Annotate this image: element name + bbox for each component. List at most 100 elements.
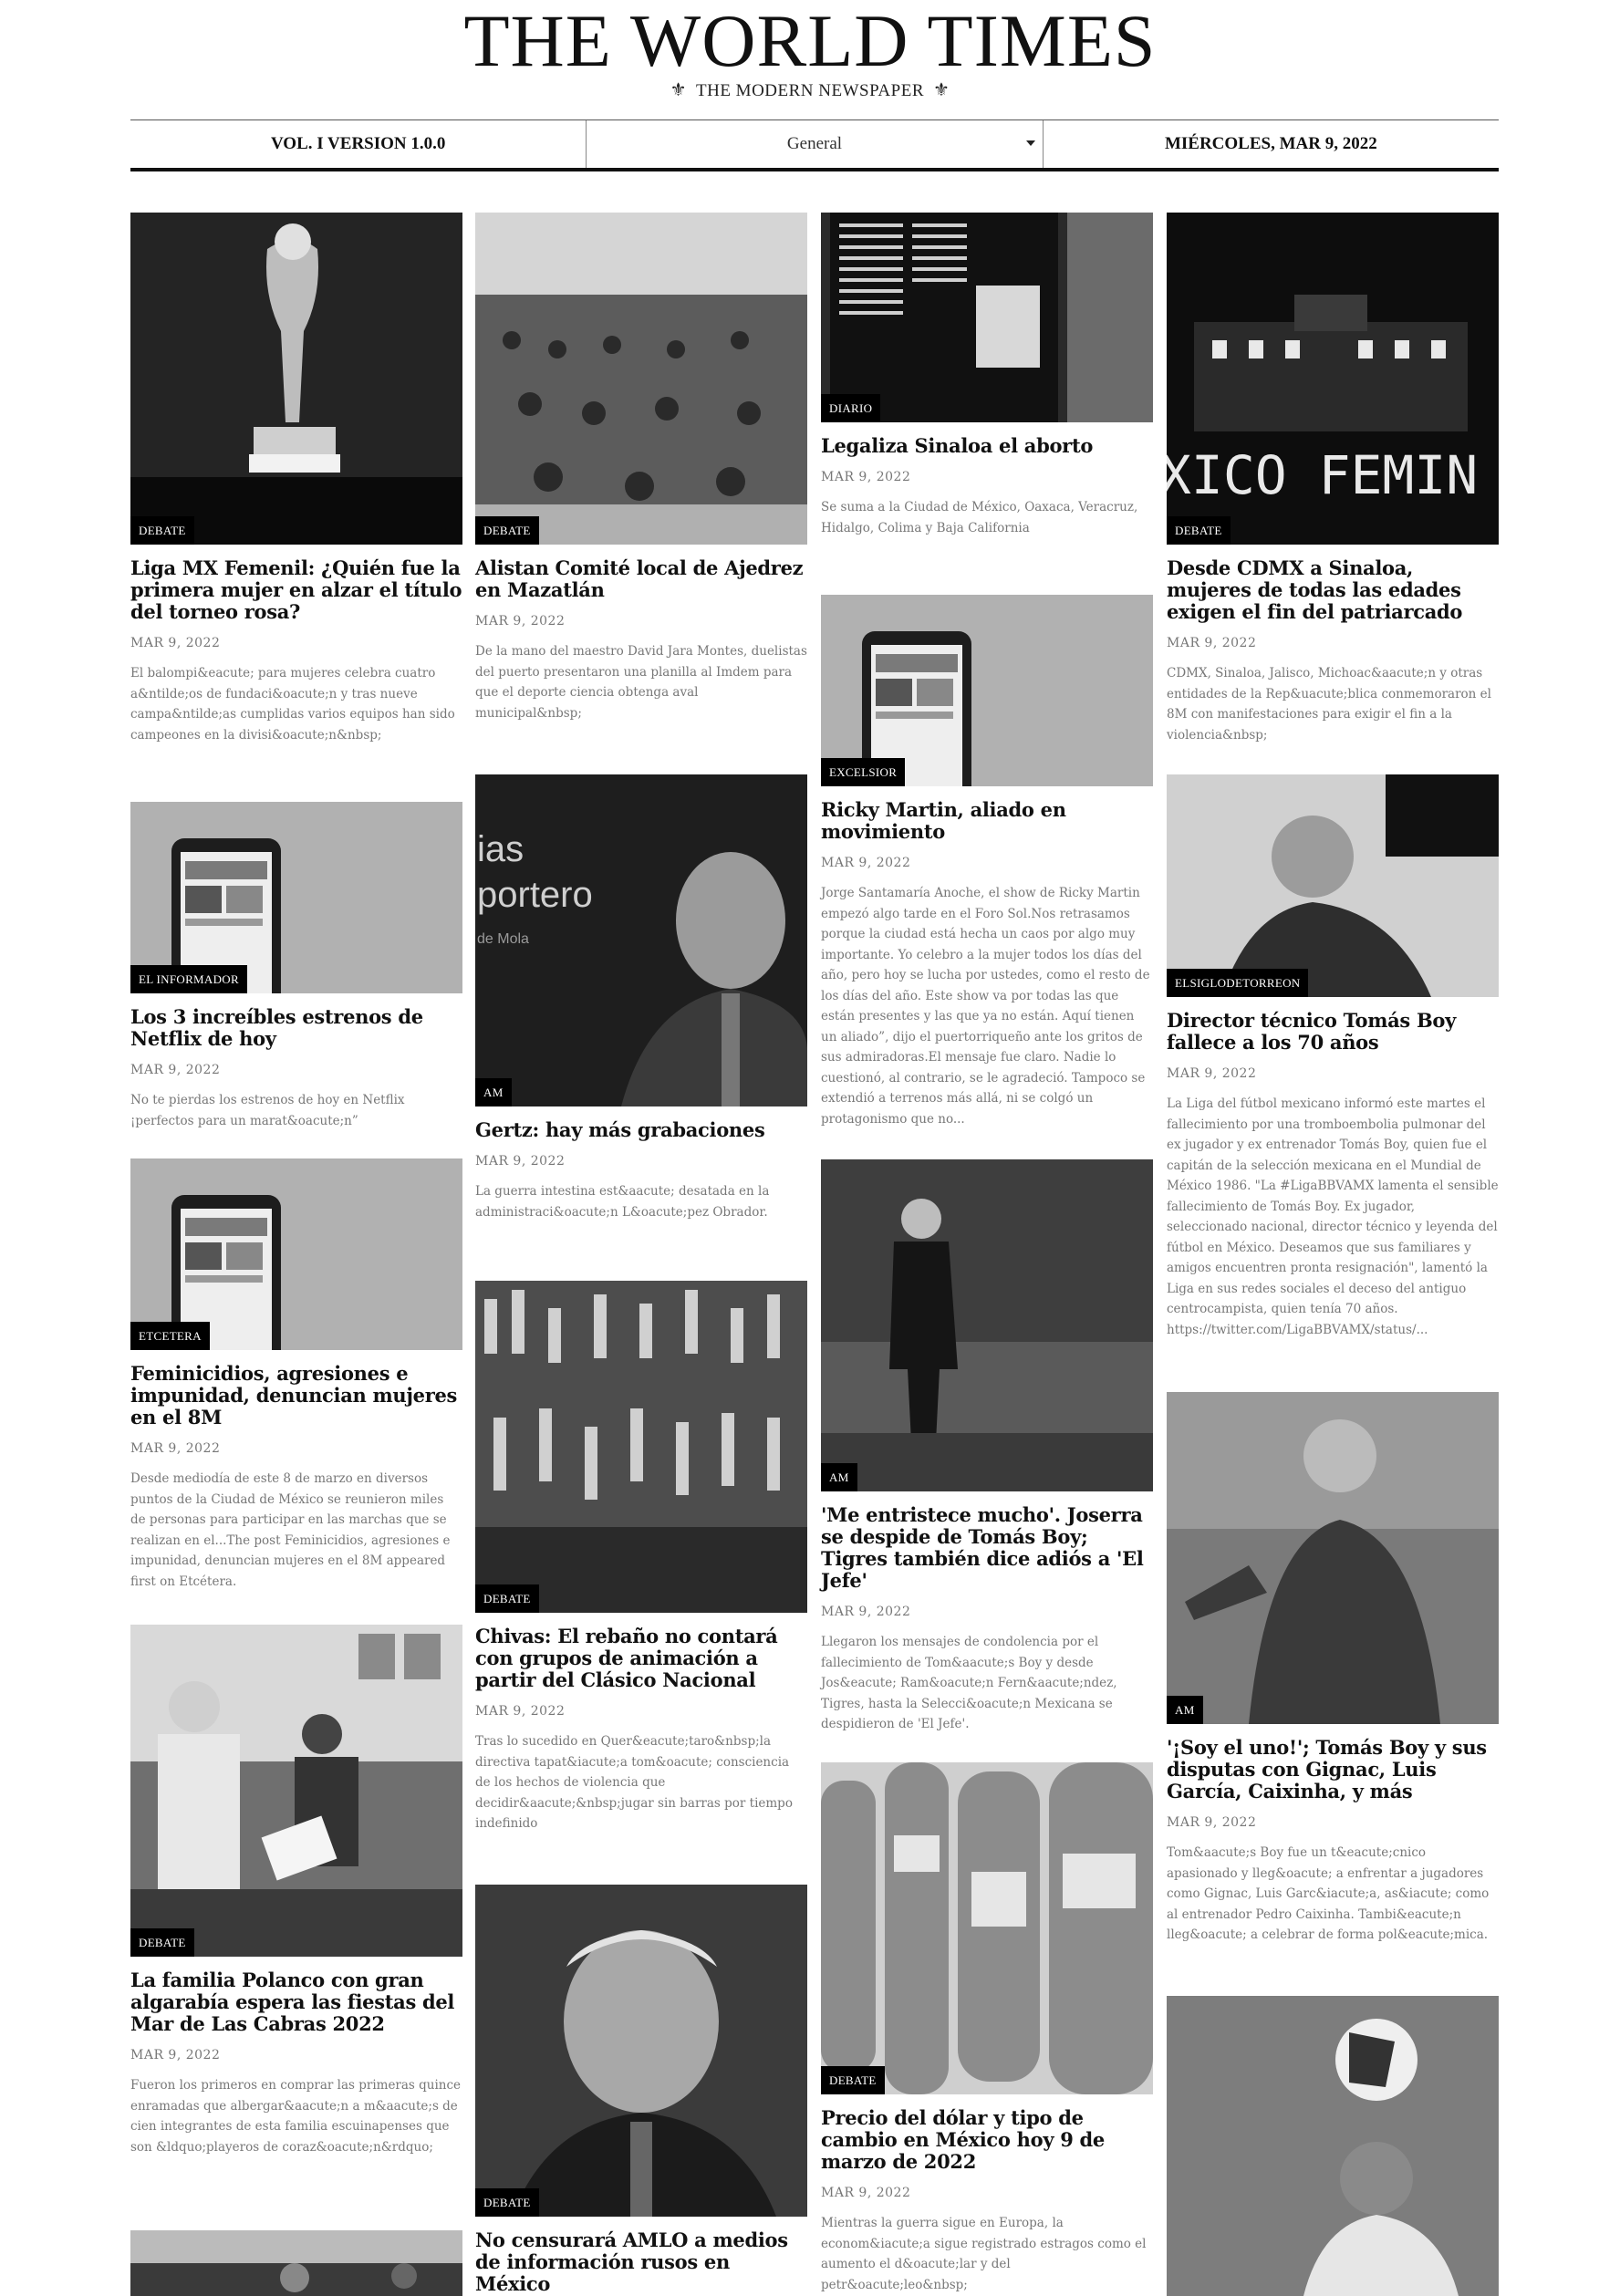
- article-title[interactable]: '¡Soy el uno!'; Tomás Boy y sus disputas…: [1167, 1737, 1499, 1803]
- article-excerpt: Desde mediodía de este 8 de marzo en div…: [130, 1471, 451, 1589]
- article-title[interactable]: Alistan Comité local de Ajedrez en Mazat…: [475, 557, 807, 601]
- palace-protest-photo: XICO FEMIN: [1167, 213, 1499, 545]
- article-card[interactable]: [130, 2230, 462, 2296]
- svg-text:de Mola: de Mola: [477, 931, 529, 947]
- trophy-photo: [130, 213, 462, 545]
- article-date: MAR 9, 2022: [475, 1704, 566, 1719]
- source-badge: ETCETERA: [130, 1322, 210, 1350]
- article-image[interactable]: ETCETERA: [130, 1158, 462, 1350]
- article-card[interactable]: XICO FEMIN DEBATE Desde CDMX a Sinaloa, …: [1167, 213, 1499, 745]
- article-image[interactable]: DEBATE: [475, 213, 807, 545]
- article-excerpt: Llegaron los mensajes de condolencia por…: [821, 1635, 1117, 1731]
- article-card[interactable]: EXCELSIOR Ricky Martin, aliado en movimi…: [821, 595, 1153, 1129]
- article-card[interactable]: DEBATE Chivas: El rebaño no contará con …: [475, 1281, 807, 1834]
- article-title[interactable]: Precio del dólar y tipo de cambio en Méx…: [821, 2107, 1153, 2173]
- article-card[interactable]: ias portero de Mola AM Gertz: hay más gr…: [475, 774, 807, 1222]
- article-card[interactable]: DEBATE Alistan Comité local de Ajedrez e…: [475, 213, 807, 723]
- article-title[interactable]: No censurará AMLO a medios de informació…: [475, 2229, 807, 2295]
- article-image[interactable]: [1167, 1996, 1499, 2296]
- article-date: MAR 9, 2022: [1167, 636, 1257, 650]
- article-excerpt: Jorge Santamaría Anoche, el show de Rick…: [821, 886, 1150, 1127]
- source-badge: EL INFORMADOR: [130, 965, 247, 993]
- article-title[interactable]: Feminicidios, agresiones e impunidad, de…: [130, 1363, 462, 1429]
- article-card[interactable]: AM 'Me entristece mucho'. Joserra se des…: [821, 1159, 1153, 1735]
- vote-board-photo: [821, 213, 1153, 422]
- article-image[interactable]: AM: [1167, 1392, 1499, 1724]
- article-card[interactable]: [1167, 1996, 1499, 2296]
- article-card[interactable]: AM '¡Soy el uno!'; Tomás Boy y sus dispu…: [1167, 1392, 1499, 1946]
- article-card[interactable]: DEBATE Liga MX Femenil: ¿Quién fue la pr…: [130, 213, 462, 745]
- dollar-bills-photo: [821, 1762, 1153, 2094]
- stadium-fans-photo: [475, 1281, 807, 1613]
- article-image[interactable]: ELSIGLODETORREON: [1167, 774, 1499, 997]
- article-title[interactable]: Liga MX Femenil: ¿Quién fue la primera m…: [130, 557, 462, 623]
- article-image[interactable]: ias portero de Mola AM: [475, 774, 807, 1106]
- soccer-player-photo: [1167, 1996, 1499, 2296]
- category-select-value: General: [786, 134, 843, 153]
- article-image[interactable]: DEBATE: [475, 1885, 807, 2217]
- svg-text:XICO FEMIN: XICO FEMIN: [1167, 444, 1478, 506]
- article-title[interactable]: Desde CDMX a Sinaloa, mujeres de todas l…: [1167, 557, 1499, 623]
- article-image[interactable]: [130, 2230, 462, 2296]
- article-title[interactable]: 'Me entristece mucho'. Joserra se despid…: [821, 1504, 1153, 1592]
- article-date: MAR 9, 2022: [130, 2048, 221, 2062]
- source-badge: DEBATE: [1167, 516, 1231, 545]
- article-card[interactable]: DEBATE No censurará AMLO a medios de inf…: [475, 1885, 807, 2295]
- article-title[interactable]: Los 3 increíbles estrenos de Netflix de …: [130, 1006, 462, 1050]
- article-image[interactable]: DEBATE: [130, 1625, 462, 1957]
- article-date: MAR 9, 2022: [821, 1605, 911, 1619]
- article-title[interactable]: La familia Polanco con gran algarabía es…: [130, 1969, 462, 2035]
- site-title[interactable]: THE WORLD TIMES: [0, 2, 1620, 80]
- article-date: MAR 9, 2022: [1167, 1066, 1257, 1081]
- category-select[interactable]: General: [586, 120, 1044, 168]
- article-image[interactable]: EL INFORMADOR: [130, 802, 462, 993]
- source-badge: DEBATE: [130, 1928, 194, 1957]
- article-card[interactable]: ETCETERA Feminicidios, agresiones e impu…: [130, 1158, 462, 1592]
- article-date: MAR 9, 2022: [130, 636, 221, 650]
- fleuron-right-icon: ⚜: [933, 80, 950, 100]
- article-image[interactable]: DEBATE: [130, 213, 462, 545]
- article-card[interactable]: EL INFORMADOR Los 3 increíbles estrenos …: [130, 802, 462, 1131]
- article-date: MAR 9, 2022: [475, 614, 566, 629]
- svg-text:ias: ias: [477, 829, 524, 869]
- fleuron-left-icon: ⚜: [670, 80, 687, 100]
- article-excerpt: Fueron los primeros en comprar las prime…: [130, 2078, 462, 2155]
- article-image[interactable]: DEBATE: [475, 1281, 807, 1613]
- article-card[interactable]: DIARIO Legaliza Sinaloa el aborto MAR 9,…: [821, 213, 1153, 538]
- portrait-photo: ias portero de Mola: [475, 774, 807, 1106]
- article-title[interactable]: Director técnico Tomás Boy fallece a los…: [1167, 1010, 1499, 1054]
- article-excerpt: Tras lo sucedido en Quer&eacute;taro&nbs…: [475, 1734, 793, 1831]
- source-badge: ELSIGLODETORREON: [1167, 969, 1309, 997]
- article-excerpt: Mientras la guerra sigue en Europa, la e…: [821, 2216, 1147, 2292]
- article-image[interactable]: DEBATE: [821, 1762, 1153, 2094]
- source-badge: DEBATE: [130, 516, 194, 545]
- article-image[interactable]: EXCELSIOR: [821, 595, 1153, 786]
- chess-hall-photo: [475, 213, 807, 545]
- source-badge: DEBATE: [821, 2066, 885, 2094]
- source-badge: DEBATE: [475, 1584, 539, 1613]
- article-card[interactable]: DEBATE Precio del dólar y tipo de cambio…: [821, 1762, 1153, 2295]
- article-image[interactable]: DIARIO: [821, 213, 1153, 422]
- tomas-boy-portrait-photo: [1167, 774, 1499, 997]
- article-title[interactable]: Ricky Martin, aliado en movimiento: [821, 799, 1153, 843]
- amlo-photo: [475, 1885, 807, 2217]
- article-date: MAR 9, 2022: [821, 856, 911, 870]
- article-card[interactable]: DEBATE La familia Polanco con gran algar…: [130, 1625, 462, 2157]
- article-card[interactable]: ELSIGLODETORREON Director técnico Tomás …: [1167, 774, 1499, 1340]
- article-excerpt: La guerra intestina est&aacute; desatada…: [475, 1184, 770, 1220]
- article-title[interactable]: Legaliza Sinaloa el aborto: [821, 435, 1153, 457]
- article-image[interactable]: AM: [821, 1159, 1153, 1491]
- article-title[interactable]: Chivas: El rebaño no contará con grupos …: [475, 1626, 807, 1691]
- article-excerpt: No te pierdas los estrenos de hoy en Net…: [130, 1093, 405, 1128]
- info-bar: VOL. I VERSION 1.0.0 General MIÉRCOLES, …: [130, 119, 1499, 171]
- article-image[interactable]: XICO FEMIN DEBATE: [1167, 213, 1499, 545]
- source-badge: DIARIO: [821, 394, 881, 422]
- article-title[interactable]: Gertz: hay más grabaciones: [475, 1119, 807, 1141]
- article-date: MAR 9, 2022: [475, 1154, 566, 1169]
- source-badge: AM: [821, 1463, 857, 1491]
- article-date: MAR 9, 2022: [130, 1063, 221, 1077]
- crowd-photo: [130, 2230, 462, 2296]
- source-badge: EXCELSIOR: [821, 758, 906, 786]
- article-excerpt: El balompi&eacute; para mujeres celebra …: [130, 666, 455, 743]
- family-photo: [130, 1625, 462, 1957]
